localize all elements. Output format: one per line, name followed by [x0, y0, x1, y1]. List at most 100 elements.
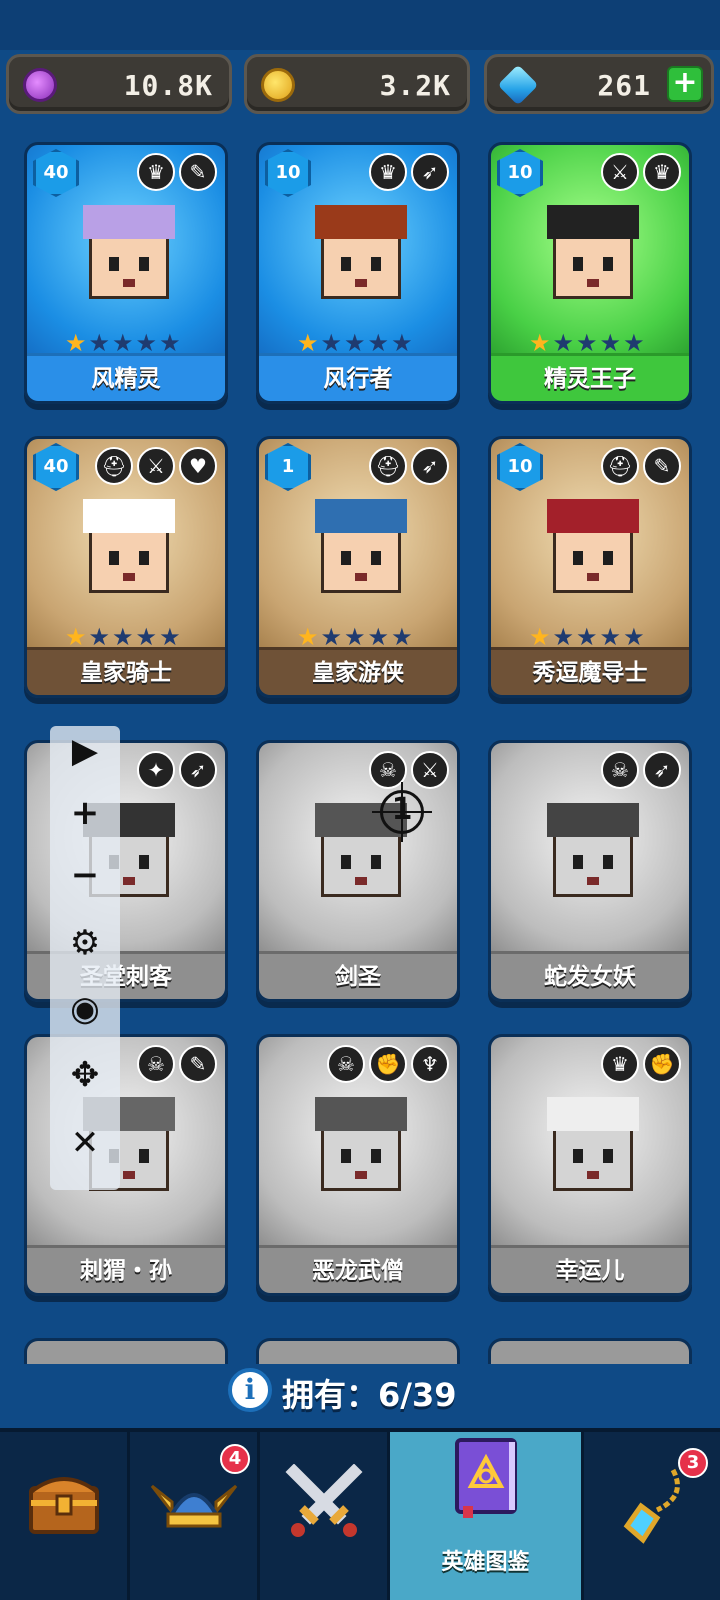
hero-name: 刺猬・孙 [27, 1245, 225, 1293]
hero-figure [543, 493, 643, 613]
heroes-notification-badge: 4 [220, 1444, 250, 1474]
play-icon[interactable]: ▶ [50, 726, 120, 776]
hero-figure [311, 493, 411, 613]
hero-class-badges: ✦ ➶ [137, 751, 217, 789]
hero-class-icon: ☠ [601, 751, 639, 789]
zoom-out-icon[interactable]: − [50, 850, 120, 900]
treasure-chest-icon [28, 1477, 99, 1534]
gem-currency-display[interactable]: 261 + [484, 54, 714, 114]
gold-currency-display[interactable]: 3.2K [244, 54, 470, 114]
purple-coin-icon [23, 68, 57, 102]
nav-hero-codex[interactable]: 英雄图鉴 [390, 1432, 584, 1600]
hero-star-rating: ★ ★ ★ ★ ★ [65, 625, 181, 649]
hero-figure [543, 199, 643, 319]
hero-name: 精灵王子 [491, 353, 689, 401]
close-icon[interactable]: ✕ [50, 1118, 120, 1168]
move-icon[interactable]: ✥ [50, 1050, 120, 1100]
hero-star-rating: ★ ★ ★ ★ ★ [529, 625, 645, 649]
star-icon: ★ [529, 623, 551, 651]
star-icon: ★ [391, 623, 413, 651]
hero-card[interactable]: 40 ⛑ ⚔ ♥ ★ ★ ★ ★ ★ 皇家骑士 [24, 436, 228, 698]
gem-currency-value: 261 [597, 69, 651, 102]
gem-icon [497, 64, 539, 106]
nav-amulet[interactable]: 3 [584, 1432, 720, 1600]
hero-name: 剑圣 [259, 951, 457, 999]
info-icon[interactable]: i [228, 1368, 272, 1412]
hero-class-icon: ♛ [601, 1045, 639, 1083]
purple-currency-display[interactable]: 10.8K [6, 54, 232, 114]
star-icon: ★ [623, 329, 645, 357]
crosshair-marker: 1 [372, 782, 432, 842]
star-icon: ★ [159, 329, 181, 357]
hero-card[interactable]: 10 ⛑ ✎ ★ ★ ★ ★ ★ 秀逗魔导士 [488, 436, 692, 698]
hero-class-icon: ⛑ [369, 447, 407, 485]
gold-coin-icon [261, 68, 295, 102]
hero-class-badges: ☠ ➶ [601, 751, 681, 789]
star-icon: ★ [65, 329, 87, 357]
star-icon: ★ [599, 623, 622, 651]
star-icon: ★ [320, 329, 343, 357]
owned-counter: i 拥有：6/39 [0, 1364, 720, 1420]
hero-name: 蛇发女妖 [491, 951, 689, 999]
hero-class-icon: ✊ [643, 1045, 681, 1083]
hero-figure [79, 493, 179, 613]
purple-currency-value: 10.8K [123, 69, 213, 102]
hero-name: 秀逗魔导士 [491, 647, 689, 695]
star-icon: ★ [320, 623, 343, 651]
hero-class-icon: ➶ [179, 751, 217, 789]
hero-figure [543, 797, 643, 917]
star-icon: ★ [135, 329, 158, 357]
hero-card[interactable]: ☠ ➶ 蛇发女妖 [488, 740, 692, 1002]
hero-name: 皇家骑士 [27, 647, 225, 695]
hero-class-icon: ✊ [369, 1045, 407, 1083]
star-icon: ★ [112, 623, 134, 651]
settings-gear-icon[interactable]: ⚙ [50, 918, 120, 968]
star-icon: ★ [391, 329, 413, 357]
hero-card[interactable]: ♛ ✊ 幸运儿 [488, 1034, 692, 1296]
hero-class-icon: ♥ [179, 447, 217, 485]
hero-class-icon: ➶ [411, 153, 449, 191]
codex-book-icon [454, 1438, 517, 1518]
viking-helmet-icon [150, 1484, 237, 1528]
hero-class-badges: ⛑ ➶ [369, 447, 449, 485]
status-strip [0, 0, 720, 50]
hero-class-icon: ➶ [643, 751, 681, 789]
hero-class-icon: ✎ [179, 1045, 217, 1083]
hero-class-icon: ♛ [369, 153, 407, 191]
hero-figure [311, 199, 411, 319]
star-icon: ★ [112, 329, 134, 357]
star-icon: ★ [297, 623, 319, 651]
hero-class-icon: ☠ [327, 1045, 365, 1083]
crossed-swords-icon [285, 1464, 362, 1537]
owned-count-text: 拥有：6/39 [282, 1376, 457, 1414]
star-icon: ★ [367, 329, 390, 357]
star-icon: ★ [552, 329, 575, 357]
add-gems-button[interactable]: + [667, 66, 703, 102]
amulet-notification-badge: 3 [678, 1448, 708, 1478]
nav-chest[interactable] [0, 1432, 130, 1600]
star-icon: ★ [576, 329, 598, 357]
hero-card[interactable]: 10 ♛ ➶ ★ ★ ★ ★ ★ 风行者 [256, 142, 460, 404]
hero-name: 风精灵 [27, 353, 225, 401]
nav-battle[interactable] [260, 1432, 390, 1600]
nav-heroes[interactable]: 4 [130, 1432, 260, 1600]
hero-card[interactable]: ☠ ⚔ 剑圣 [256, 740, 460, 1002]
floating-toolbar: ▶ + − ⚙ ◉ ✥ ✕ [50, 726, 120, 1190]
hero-card[interactable]: 10 ⚔ ♛ ★ ★ ★ ★ ★ 精灵王子 [488, 142, 692, 404]
amulet-icon [623, 1468, 680, 1544]
hero-class-badges: ♛ ➶ [369, 153, 449, 191]
hero-class-badges: ⛑ ✎ [601, 447, 681, 485]
hero-card[interactable]: 40 ♛ ✎ ★ ★ ★ ★ ★ 风精灵 [24, 142, 228, 404]
star-icon: ★ [135, 623, 158, 651]
zoom-in-icon[interactable]: + [50, 788, 120, 838]
hero-class-icon: ☠ [137, 1045, 175, 1083]
hero-card[interactable]: 1 ⛑ ➶ ★ ★ ★ ★ ★ 皇家游侠 [256, 436, 460, 698]
hero-card[interactable]: ☠ ✊ ♆ 恶龙武僧 [256, 1034, 460, 1296]
hero-class-badges: ☠ ✊ ♆ [327, 1045, 449, 1083]
crosshair-number: 1 [391, 792, 413, 827]
nav-hero-codex-label: 英雄图鉴 [441, 1550, 530, 1575]
star-icon: ★ [88, 329, 111, 357]
hero-star-rating: ★ ★ ★ ★ ★ [297, 625, 413, 649]
star-icon: ★ [88, 623, 111, 651]
hide-eye-icon[interactable]: ◉ [50, 984, 120, 1034]
